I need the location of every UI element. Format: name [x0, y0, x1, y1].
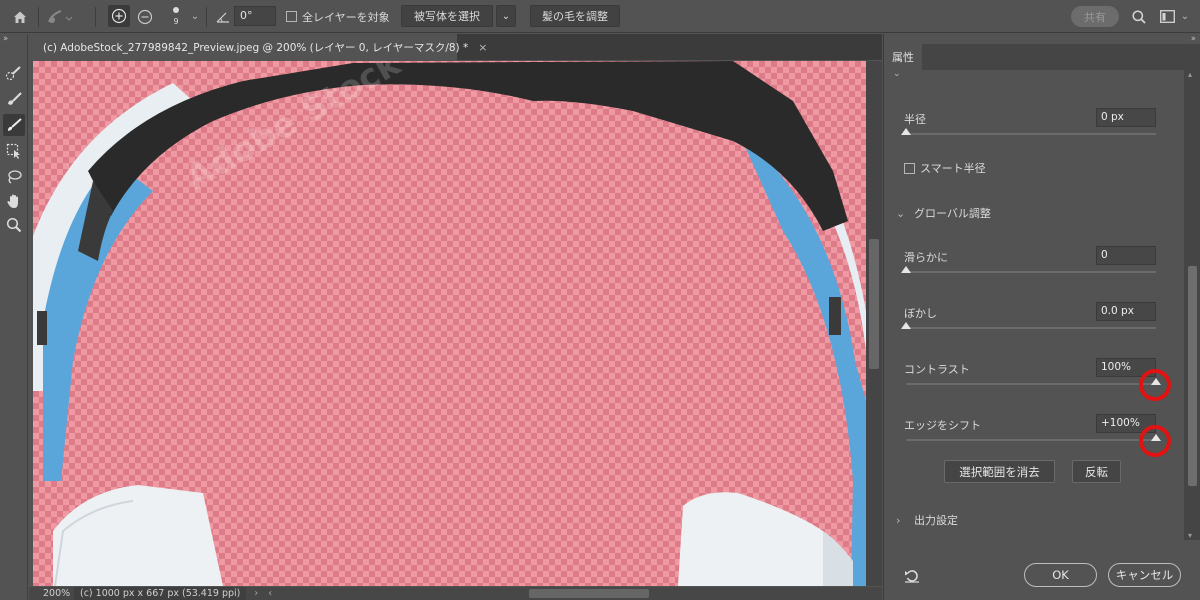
select-subject-dropdown[interactable]: ⌄	[496, 5, 516, 27]
hand-tool-icon[interactable]	[3, 190, 25, 212]
slider-thumb[interactable]	[901, 322, 911, 329]
feather-input[interactable]: 0.0 px	[1096, 302, 1156, 321]
checkbox-icon	[904, 162, 915, 174]
panel-header: 属性	[884, 44, 1200, 70]
horizontal-scroll-thumb[interactable]	[529, 589, 649, 598]
options-bar: 9 ⌄ 0° 全レイヤーを対象 被写体を選択 ⌄ 髪の毛を調整 共有 ⌄	[0, 0, 1200, 33]
checkbox-icon	[286, 11, 297, 22]
document-title: (c) AdobeStock_277989842_Preview.jpeg @ …	[43, 41, 469, 54]
scroll-down-icon[interactable]: ▾	[1188, 531, 1192, 540]
chevron-right-icon[interactable]: ›	[254, 588, 258, 599]
chevron-left-icon[interactable]: ‹	[268, 588, 272, 599]
zoom-tool-icon[interactable]	[3, 214, 25, 236]
chevron-down-icon: ⌄	[896, 206, 906, 220]
chevron-right-icon: ›	[896, 513, 901, 527]
panel-scrollbar[interactable]: ▴ ▾	[1184, 70, 1200, 540]
reset-icon[interactable]	[904, 568, 920, 587]
smart-radius-label: スマート半径	[920, 162, 986, 175]
contrast-label: コントラスト	[904, 363, 970, 376]
global-refinements-section[interactable]: ⌄ グローバル調整	[896, 205, 991, 221]
smooth-input[interactable]: 0	[1096, 246, 1156, 265]
feather-slider[interactable]	[901, 322, 1156, 329]
scroll-up-icon[interactable]: ▴	[1188, 70, 1192, 79]
feather-label: ぼかし	[904, 307, 937, 320]
clear-selection-button[interactable]: 選択範囲を消去	[944, 460, 1055, 483]
chevron-down-icon: ⌄	[501, 10, 511, 22]
angle-icon	[214, 0, 232, 33]
status-bar: 200% (c) 1000 px x 667 px (53.419 ppi) ›…	[29, 587, 882, 600]
scroll-thumb[interactable]	[1188, 266, 1197, 486]
brush-size-picker[interactable]: 9	[168, 0, 184, 33]
radius-slider[interactable]	[901, 128, 1156, 135]
share-button[interactable]: 共有	[1071, 6, 1119, 27]
sample-all-layers-label: 全レイヤーを対象	[302, 10, 390, 24]
properties-panel: ›› 属性 ⌄ 半径 0 px スマート半径 ⌄ グローバル調整 滑らかに 0 …	[883, 34, 1200, 600]
output-settings-label: 出力設定	[914, 514, 958, 527]
document-info[interactable]: (c) 1000 px x 667 px (53.419 ppi)	[74, 587, 247, 600]
document-canvas[interactable]: Adobe Stock	[33, 61, 866, 586]
refine-hair-button[interactable]: 髪の毛を調整	[530, 5, 620, 27]
radius-input[interactable]: 0 px	[1096, 108, 1156, 127]
refine-edge-brush-tool-icon[interactable]	[3, 88, 25, 110]
document-tab[interactable]: (c) AdobeStock_277989842_Preview.jpeg @ …	[29, 34, 487, 60]
global-refinements-label: グローバル調整	[914, 207, 991, 220]
home-icon[interactable]	[8, 0, 32, 33]
smart-radius-checkbox[interactable]: スマート半径	[904, 160, 986, 176]
refine-brush-preset-icon[interactable]	[44, 0, 74, 33]
slider-thumb[interactable]	[901, 266, 911, 273]
tools-panel: ››	[0, 34, 28, 600]
radius-label: 半径	[904, 113, 926, 126]
workspace-icon[interactable]	[1158, 0, 1176, 33]
smooth-slider[interactable]	[901, 266, 1156, 273]
ok-button[interactable]: OK	[1024, 563, 1097, 587]
cancel-button[interactable]: キャンセル	[1108, 563, 1181, 587]
lasso-tool-icon[interactable]	[3, 166, 25, 188]
quick-selection-tool-icon[interactable]	[3, 62, 25, 84]
canvas-vertical-scrollbar[interactable]	[866, 61, 882, 586]
highlight-circle	[1139, 425, 1171, 457]
highlight-circle	[1139, 369, 1171, 401]
slider-thumb[interactable]	[901, 128, 911, 135]
brush-dot-icon	[173, 7, 179, 13]
chevron-down-icon[interactable]: ⌄	[188, 0, 202, 33]
scroll-thumb[interactable]	[869, 239, 879, 369]
contract-mode-icon[interactable]	[134, 0, 156, 33]
chevron-down-icon[interactable]: ⌄	[893, 69, 901, 79]
photoshop-window: 9 ⌄ 0° 全レイヤーを対象 被写体を選択 ⌄ 髪の毛を調整 共有 ⌄ ››	[0, 0, 1200, 600]
expand-mode-icon[interactable]	[108, 5, 130, 27]
headphones-image	[33, 61, 866, 586]
chevron-down-icon[interactable]: ⌄	[1178, 0, 1192, 33]
search-icon[interactable]	[1130, 0, 1148, 33]
brush-size-value: 9	[173, 17, 179, 26]
select-subject-button[interactable]: 被写体を選択	[401, 5, 493, 27]
brush-tool-icon[interactable]	[3, 114, 25, 136]
object-selection-tool-icon[interactable]	[3, 140, 25, 162]
invert-button[interactable]: 反転	[1072, 460, 1121, 483]
collapse-arrows-icon[interactable]: ››	[3, 34, 8, 44]
contrast-slider[interactable]	[906, 378, 1161, 385]
document-tab-bar: (c) AdobeStock_277989842_Preview.jpeg @ …	[29, 34, 882, 60]
shift-edge-slider[interactable]	[906, 434, 1161, 441]
close-icon[interactable]: ×	[478, 41, 487, 54]
tab-properties[interactable]: 属性	[884, 44, 922, 70]
collapse-arrows-icon[interactable]: ››	[1191, 34, 1196, 44]
smooth-label: 滑らかに	[904, 251, 948, 264]
sample-all-layers-checkbox[interactable]: 全レイヤーを対象	[286, 0, 390, 33]
angle-input[interactable]: 0°	[234, 6, 276, 26]
output-settings-section[interactable]: › 出力設定	[896, 512, 958, 528]
shift-edge-label: エッジをシフト	[904, 419, 981, 432]
zoom-level[interactable]: 200%	[29, 588, 74, 599]
